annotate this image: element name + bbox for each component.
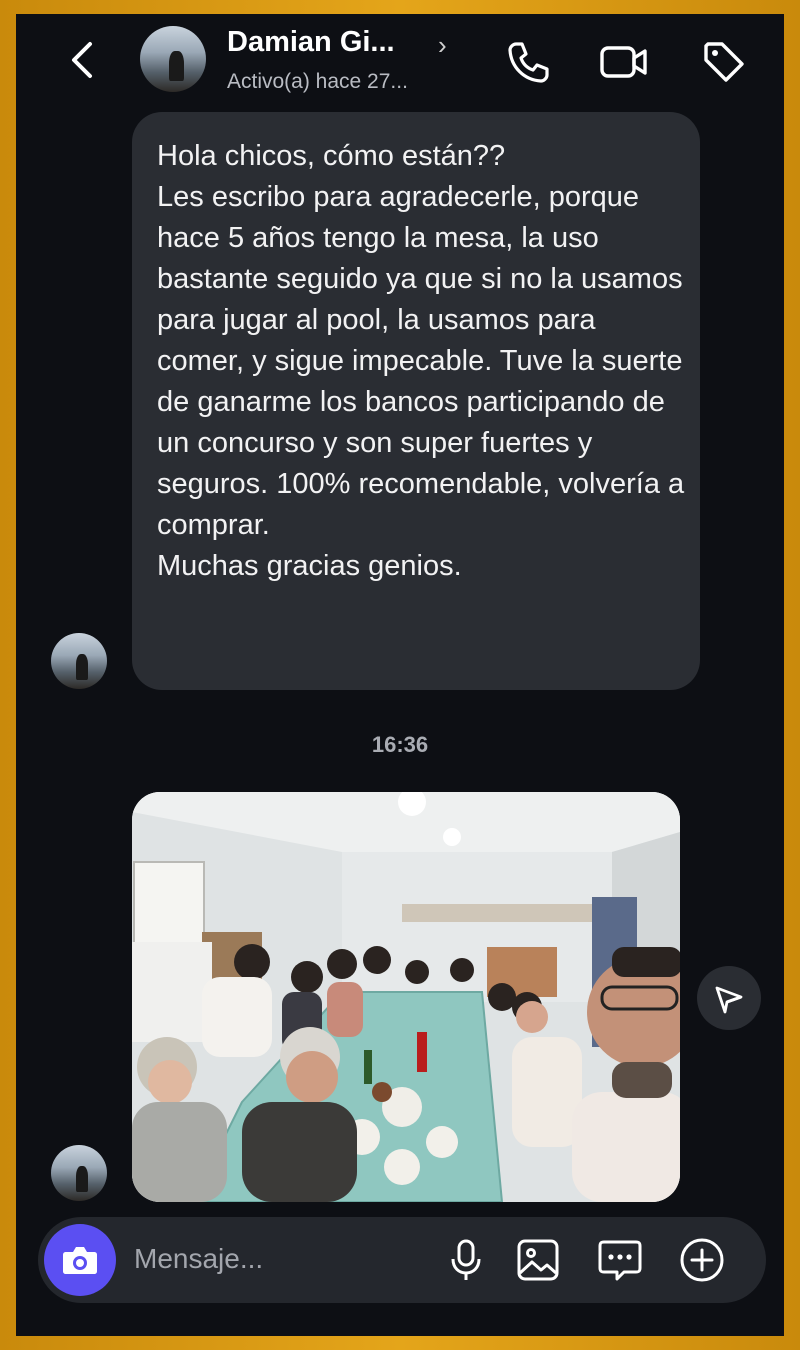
contact-status: Activo(a) hace 27... [227, 70, 408, 93]
contact-name[interactable]: Damian Gi... [227, 26, 395, 59]
message-text: Hola chicos, cómo están?? Les escribo pa… [157, 140, 685, 582]
message-bubble[interactable]: Hola chicos, cómo están?? Les escribo pa… [132, 112, 700, 690]
shared-photo[interactable] [132, 792, 680, 1202]
share-button[interactable] [697, 966, 761, 1030]
chevron-right-icon[interactable]: › [438, 30, 447, 61]
chat-header: Damian Gi... › Activo(a) hace 27... [16, 14, 784, 114]
camera-icon [63, 1247, 97, 1274]
contact-avatar[interactable] [140, 26, 206, 92]
plus-circle-icon[interactable] [678, 1236, 726, 1284]
sender-avatar[interactable] [51, 633, 107, 689]
message-input[interactable]: Mensaje... [134, 1243, 263, 1275]
tag-icon[interactable] [698, 36, 750, 88]
phone-icon[interactable] [502, 36, 554, 88]
chat-screen: Damian Gi... › Activo(a) hace 27... Hola… [16, 14, 784, 1336]
message-composer: Mensaje... [38, 1217, 766, 1303]
message-timestamp: 16:36 [371, 732, 429, 757]
sender-avatar[interactable] [51, 1145, 107, 1201]
image-icon[interactable] [514, 1236, 562, 1284]
send-icon [715, 986, 743, 1014]
microphone-icon[interactable] [442, 1236, 490, 1284]
camera-button[interactable] [44, 1224, 116, 1296]
photo-content [132, 792, 680, 1202]
chevron-left-icon[interactable] [64, 38, 104, 82]
video-camera-icon[interactable] [598, 36, 650, 88]
chat-bubble-icon[interactable] [596, 1236, 644, 1284]
